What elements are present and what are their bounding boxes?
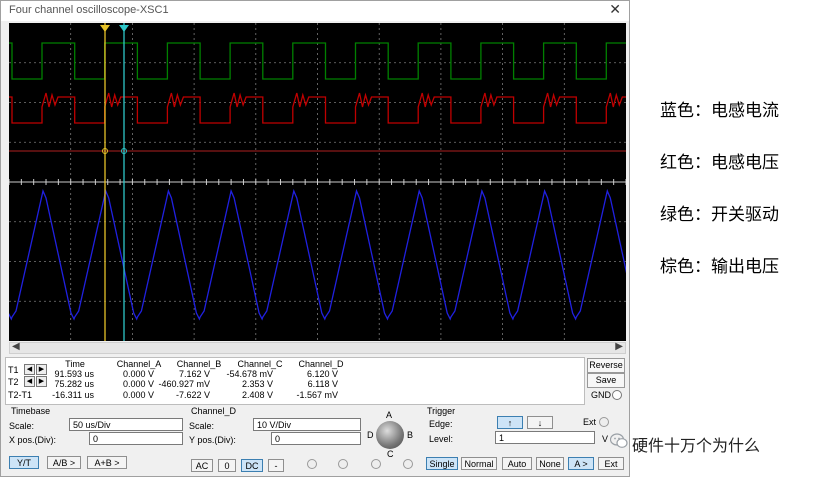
channel-title: Channel_D — [191, 406, 237, 416]
trigger-ext-radio[interactable] — [599, 417, 609, 427]
coupling-dc-button[interactable]: DC — [241, 459, 263, 472]
watermark-text: 硬件十万个为什么 — [632, 436, 761, 455]
horizontal-scrollbar[interactable]: ◀ ▶ — [9, 341, 626, 354]
timebase-title: Timebase — [11, 406, 51, 416]
legend-brown: 棕色：输出电压 — [660, 257, 779, 277]
edge-falling-icon[interactable]: ↓ — [527, 416, 553, 429]
radio-b[interactable] — [338, 459, 348, 469]
trigger-single-button[interactable]: Single — [426, 457, 458, 470]
channel-select-knob[interactable] — [376, 421, 404, 449]
diff-channel-b: -7.622 V — [175, 390, 210, 400]
oscilloscope-window: Four channel oscilloscope-XSC1 ✕ ◀ ▶ Tim… — [0, 0, 630, 477]
trigger-ext-button[interactable]: Ext — [598, 457, 624, 470]
t2-channel-a: 0.000 V — [122, 379, 154, 389]
diff-channel-d: -1.567 mV — [296, 390, 338, 400]
header-channel-b: Channel_B — [176, 359, 222, 369]
radio-d[interactable] — [403, 459, 413, 469]
t1-channel-a: 0.000 V — [122, 369, 154, 379]
t1-channel-b: 7.162 V — [178, 369, 210, 379]
coupling-ac-button[interactable]: AC — [191, 459, 213, 472]
trigger-auto-button[interactable]: Auto — [502, 457, 532, 470]
channel-scale-input[interactable]: 10 V/Div — [253, 418, 361, 431]
cursor-t1-handle-icon — [100, 25, 110, 32]
cursor-t2-handle-icon — [119, 25, 129, 32]
row-label-t2-t1: T2-T1 — [8, 390, 33, 400]
gnd-label: GND — [591, 390, 611, 400]
t1-left-arrow-icon[interactable]: ◀ — [24, 364, 35, 375]
t2-right-arrow-icon[interactable]: ▶ — [36, 376, 47, 387]
t2-time: 75.282 us — [54, 379, 94, 389]
channel-ypos-label: Y pos.(Div): — [189, 435, 236, 445]
channel-scale-label: Scale: — [189, 421, 215, 431]
save-button[interactable]: Save — [587, 373, 625, 388]
row-label-t1: T1 — [8, 365, 19, 375]
mode-ab-button[interactable]: A/B > — [47, 456, 81, 469]
wechat-icon — [610, 433, 628, 448]
diff-time: -16.311 us — [52, 390, 94, 400]
mode-yt-button[interactable]: Y/T — [9, 456, 39, 469]
header-channel-c: Channel_C — [237, 359, 283, 369]
coupling-invert-button[interactable]: - — [268, 459, 284, 472]
trigger-source-a-button[interactable]: A > — [568, 457, 594, 470]
row-label-t2: T2 — [8, 377, 19, 387]
timebase-xpos-label: X pos.(Div): — [9, 435, 57, 445]
timebase-scale-input[interactable]: 50 us/Div — [69, 418, 183, 431]
t1-time: 91.593 us — [54, 369, 94, 379]
t1-channel-c: -54.678 mV — [226, 369, 273, 379]
t2-channel-c: 2.353 V — [241, 379, 273, 389]
trigger-level-label: Level: — [429, 434, 454, 444]
t1-channel-d: 6.120 V — [306, 369, 338, 379]
reverse-button[interactable]: Reverse — [587, 358, 625, 373]
trigger-level-unit[interactable]: V — [602, 434, 608, 444]
trigger-edge-label: Edge: — [429, 419, 453, 429]
timebase-scale-label: Scale: — [9, 421, 35, 431]
knob-label-c: C — [387, 449, 394, 459]
trigger-normal-button[interactable]: Normal — [461, 457, 497, 470]
close-icon[interactable]: ✕ — [609, 2, 621, 18]
gnd-terminal-icon[interactable] — [612, 390, 622, 400]
trigger-ext-label: Ext — [583, 417, 597, 427]
t1-right-arrow-icon[interactable]: ▶ — [36, 364, 47, 375]
t2-left-arrow-icon[interactable]: ◀ — [24, 376, 35, 387]
trigger-level-input[interactable]: 1 — [495, 431, 595, 444]
scroll-right-icon[interactable]: ▶ — [615, 341, 623, 352]
radio-a[interactable] — [307, 459, 317, 469]
header-channel-d: Channel_D — [298, 359, 344, 369]
mode-a-plus-b-button[interactable]: A+B > — [87, 456, 127, 469]
legend-green: 绿色：开关驱动 — [660, 205, 779, 225]
title-bar: Four channel oscilloscope-XSC1 ✕ — [1, 1, 629, 21]
t2-channel-b: -460.927 mV — [158, 379, 210, 389]
scope-screen — [9, 23, 626, 341]
window-title: Four channel oscilloscope-XSC1 — [9, 4, 169, 16]
header-channel-a: Channel_A — [116, 359, 162, 369]
scope-display — [9, 23, 626, 341]
trigger-title: Trigger — [427, 406, 456, 416]
channel-ypos-input[interactable]: 0 — [271, 432, 361, 445]
coupling-zero-button[interactable]: 0 — [218, 459, 236, 472]
legend-red: 红色：电感电压 — [660, 153, 779, 173]
knob-label-d: D — [367, 430, 374, 440]
knob-label-b: B — [407, 430, 414, 440]
radio-c[interactable] — [371, 459, 381, 469]
header-time: Time — [65, 359, 85, 369]
trigger-none-button[interactable]: None — [536, 457, 564, 470]
diff-channel-a: 0.000 V — [122, 390, 154, 400]
diff-channel-c: 2.408 V — [241, 390, 273, 400]
scroll-left-icon[interactable]: ◀ — [12, 341, 20, 352]
t2-channel-d: 6.118 V — [307, 379, 338, 389]
edge-rising-icon[interactable]: ↑ — [497, 416, 523, 429]
knob-label-a: A — [386, 410, 393, 420]
timebase-xpos-input[interactable]: 0 — [89, 432, 183, 445]
legend-blue: 蓝色：电感电流 — [660, 101, 779, 121]
measurement-table: Time Channel_A Channel_B Channel_C Chann… — [5, 357, 585, 405]
